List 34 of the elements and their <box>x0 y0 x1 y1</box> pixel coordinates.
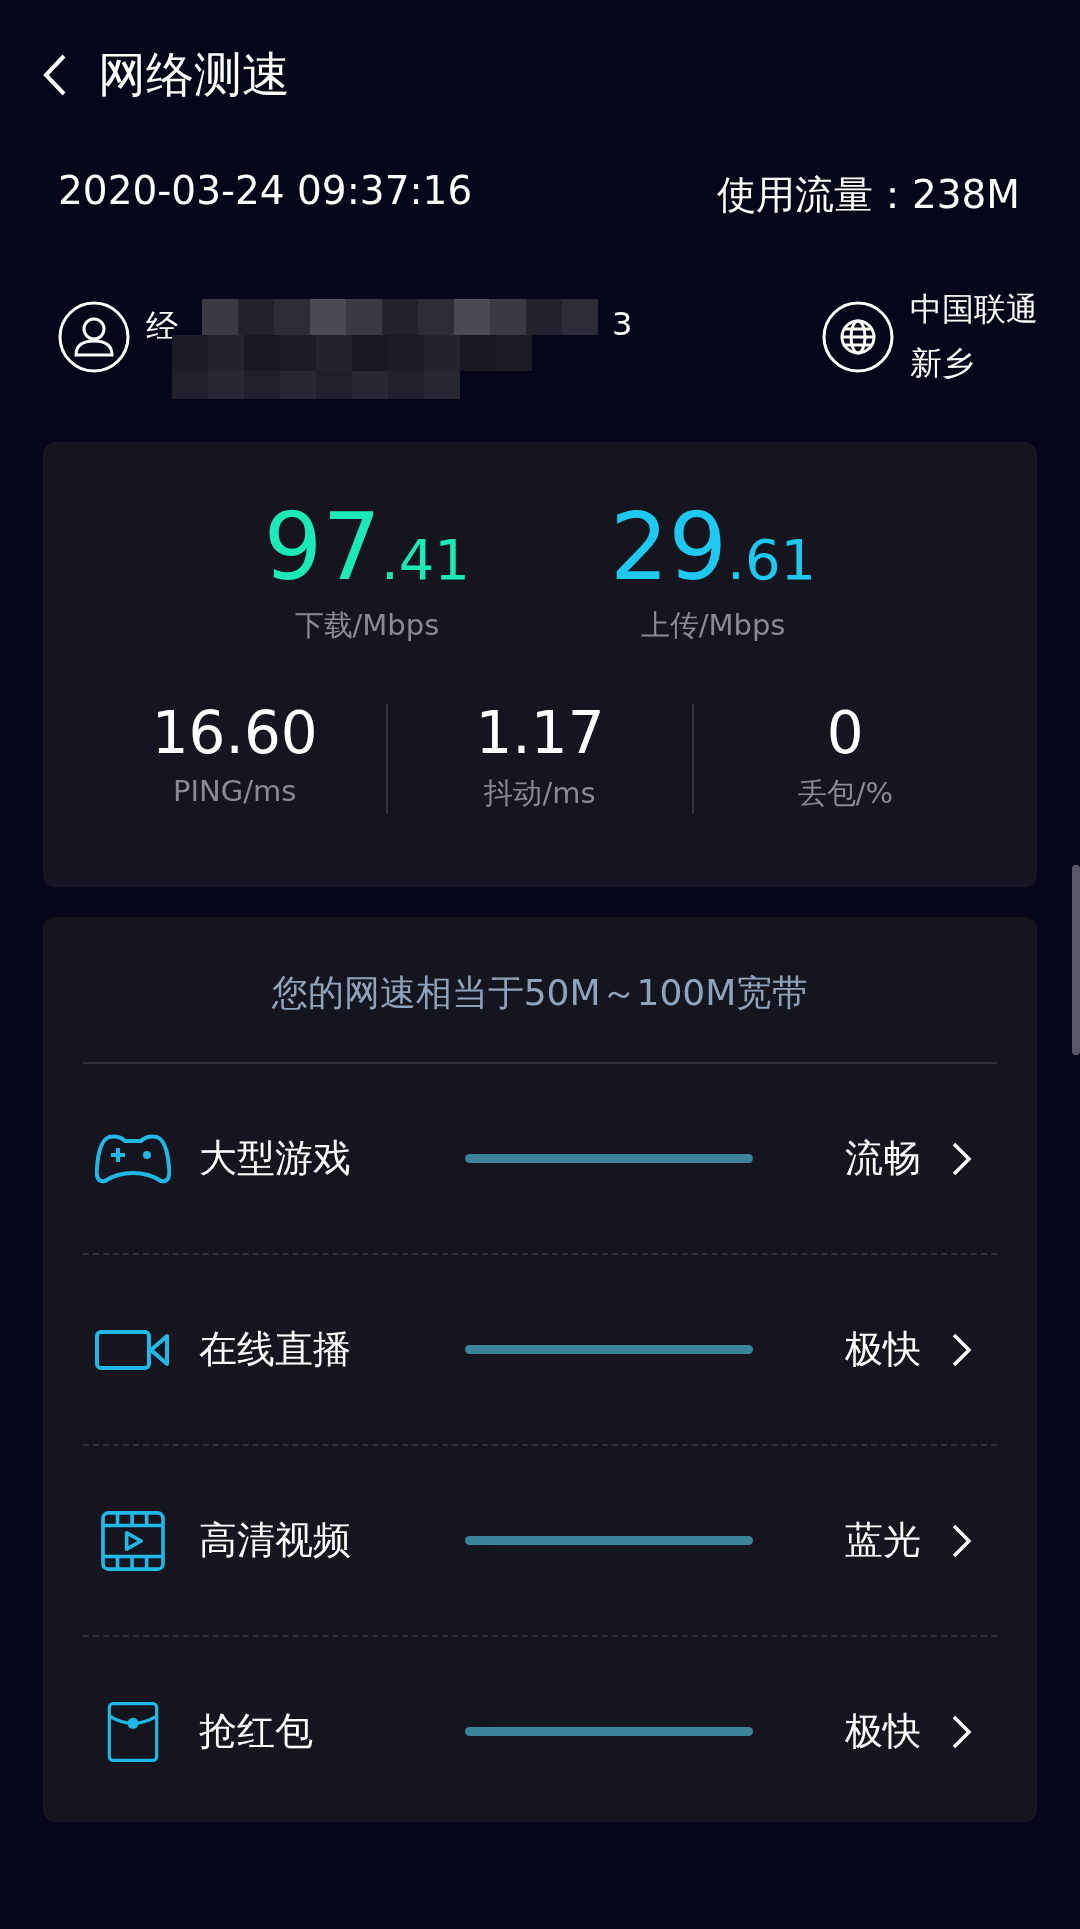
speed-summary: 您的网速相当于50M～100M宽带 <box>83 917 997 1064</box>
stat-unit: 丢包/% <box>797 775 893 812</box>
stat-unit: 抖动/ms <box>484 775 596 812</box>
usage-label: 大型游戏 <box>199 1135 352 1182</box>
quality-rating: 流畅 <box>845 1135 921 1182</box>
speed-value: 97.41 <box>263 502 470 594</box>
quality-rating: 极快 <box>845 1708 921 1755</box>
speed-unit: 上传/Mbps <box>640 607 786 644</box>
quality-rating: 蓝光 <box>845 1517 921 1564</box>
chevron-right-icon[interactable] <box>951 1331 973 1368</box>
chevron-right-icon[interactable] <box>951 1140 973 1177</box>
account-name-end: 3 <box>612 305 633 343</box>
account-name: 经 <box>146 306 178 347</box>
speed-unit: 下载/Mbps <box>294 607 440 644</box>
usage-label: 高清视频 <box>199 1517 352 1564</box>
stat-value: 0 <box>826 704 864 762</box>
chevron-right-icon[interactable] <box>951 1522 973 1559</box>
user-icon <box>58 301 130 373</box>
scrollbar[interactable] <box>1072 865 1080 1055</box>
carrier-city: 新乡 <box>910 343 975 384</box>
data-usage: 使用流量：238M <box>716 171 1020 219</box>
test-time: 2020-03-24 09:37:16 <box>58 168 473 215</box>
stat-value: 16.60 <box>151 704 318 762</box>
speed-value: 29.61 <box>610 502 817 594</box>
chevron-right-icon[interactable] <box>951 1713 973 1750</box>
page-title: 网络测速 <box>98 45 290 104</box>
usage-label: 在线直播 <box>199 1326 352 1373</box>
carrier-name: 中国联通 <box>910 289 1038 330</box>
quality-rating: 极快 <box>845 1326 921 1373</box>
globe-icon <box>822 301 894 373</box>
stat-value: 1.17 <box>475 704 605 762</box>
stat-unit: PING/ms <box>173 774 297 808</box>
back-icon[interactable] <box>42 53 68 97</box>
usage-label: 抢红包 <box>199 1708 314 1755</box>
